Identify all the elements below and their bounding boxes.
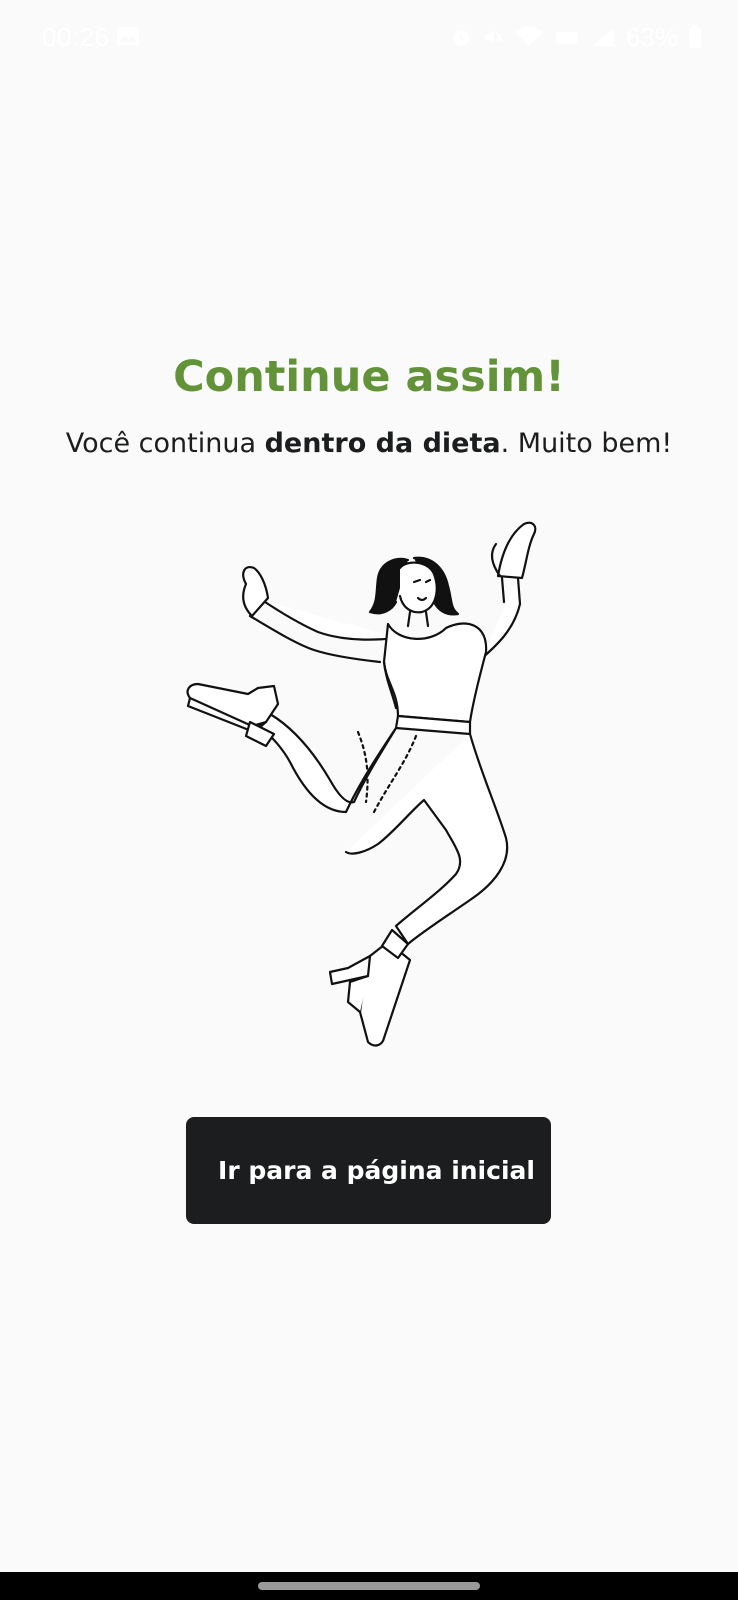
battery-percentage: 63%	[625, 21, 678, 52]
alarm-icon	[450, 26, 472, 48]
mute-icon	[482, 26, 504, 48]
status-time: 00:26	[42, 22, 110, 52]
status-icons: 63%	[450, 22, 702, 52]
home-gesture-handle[interactable]	[258, 1582, 480, 1590]
page-title: Continue assim!	[173, 352, 565, 402]
signal-icon	[590, 26, 616, 48]
volte-icon	[554, 26, 580, 48]
subtitle-text-start: Você continua	[65, 428, 265, 459]
go-home-button[interactable]: Ir para a página inicial	[186, 1117, 551, 1224]
gallery-icon	[116, 26, 140, 46]
subtitle-text-end: . Muito bem!	[500, 428, 673, 459]
feedback-screen: 00:26 63% Continue assim! Você continua …	[0, 0, 738, 1600]
battery-icon	[688, 25, 702, 49]
navigation-bar	[0, 1572, 738, 1600]
jumping-woman-illustration	[170, 512, 570, 1072]
wifi-icon	[514, 26, 544, 48]
subtitle-highlight: dentro da dieta	[264, 428, 501, 459]
subtitle: Você continua dentro da dieta. Muito bem…	[0, 428, 738, 459]
status-bar: 00:26 63%	[0, 0, 738, 76]
